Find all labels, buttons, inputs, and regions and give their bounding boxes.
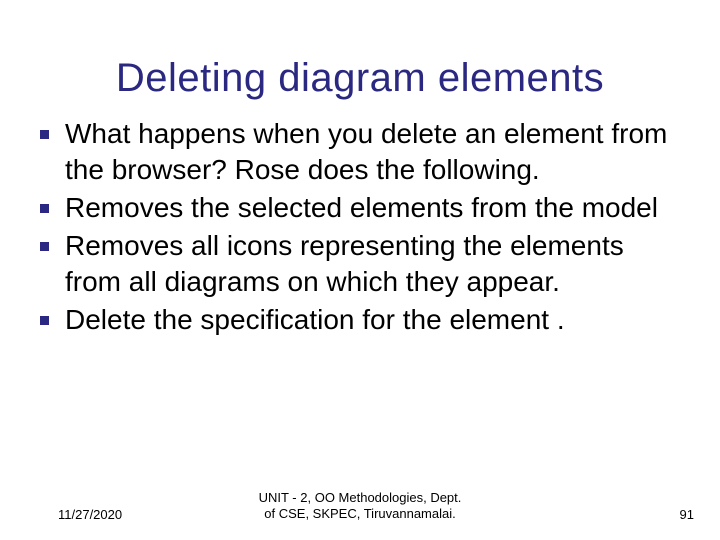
bullet-text: Removes the selected elements from the m… bbox=[65, 190, 658, 226]
slide-title: Deleting diagram elements bbox=[0, 56, 720, 101]
footer-date: 11/27/2020 bbox=[58, 507, 122, 522]
bullet-text: What happens when you delete an element … bbox=[65, 116, 680, 188]
list-item: Delete the specification for the element… bbox=[40, 302, 680, 338]
list-item: Removes the selected elements from the m… bbox=[40, 190, 680, 226]
slide-footer: 11/27/2020 UNIT - 2, OO Methodologies, D… bbox=[0, 482, 720, 522]
bullet-text: Delete the specification for the element… bbox=[65, 302, 565, 338]
list-item: What happens when you delete an element … bbox=[40, 116, 680, 188]
list-item: Removes all icons representing the eleme… bbox=[40, 228, 680, 300]
bullet-text: Removes all icons representing the eleme… bbox=[65, 228, 680, 300]
slide-body: What happens when you delete an element … bbox=[40, 116, 680, 340]
square-bullet-icon bbox=[40, 242, 49, 251]
slide: Deleting diagram elements What happens w… bbox=[0, 0, 720, 540]
square-bullet-icon bbox=[40, 316, 49, 325]
footer-center: UNIT - 2, OO Methodologies, Dept. of CSE… bbox=[259, 490, 462, 522]
square-bullet-icon bbox=[40, 130, 49, 139]
square-bullet-icon bbox=[40, 204, 49, 213]
footer-page-number: 91 bbox=[680, 507, 694, 522]
